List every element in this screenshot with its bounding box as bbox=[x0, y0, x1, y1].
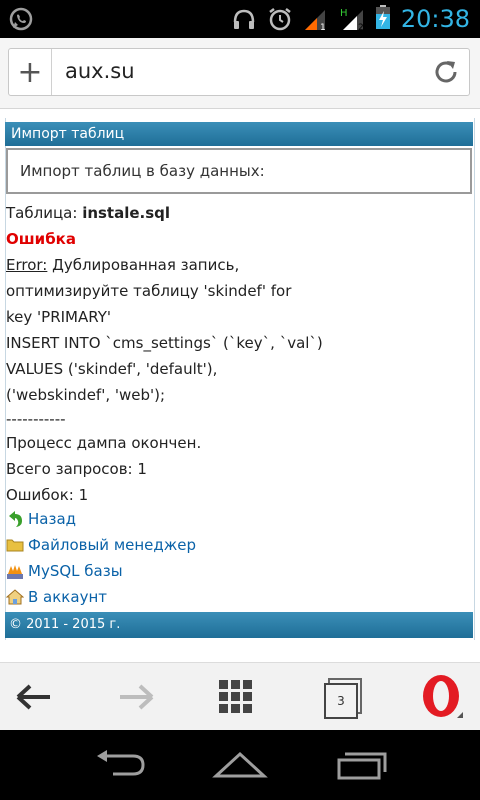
table-label: Таблица: bbox=[6, 204, 78, 222]
import-box: Импорт таблиц в базу данных: bbox=[6, 148, 472, 194]
back-link[interactable]: Назад bbox=[6, 510, 76, 528]
error-line-2: оптимизируйте таблицу 'skindef' for bbox=[6, 282, 292, 300]
folder-icon bbox=[6, 536, 24, 554]
account-label[interactable]: В аккаунт bbox=[28, 588, 107, 606]
network-type-label: H bbox=[340, 8, 348, 19]
headphones-icon bbox=[231, 6, 257, 32]
system-recents-icon bbox=[337, 752, 387, 780]
new-tab-plus-icon[interactable]: + bbox=[9, 49, 52, 95]
home-icon bbox=[5, 588, 25, 606]
battery-icon bbox=[375, 4, 391, 34]
address-bar: + aux.su bbox=[0, 38, 480, 109]
tabs-button[interactable]: 3 bbox=[302, 663, 382, 731]
signal-sim2-icon: H2 bbox=[339, 6, 365, 33]
system-home-icon bbox=[212, 751, 268, 778]
system-back-button[interactable] bbox=[70, 730, 170, 800]
separator: ----------- bbox=[6, 410, 66, 428]
sql-line-1: INSERT INTO `cms_settings` (`key`, `val`… bbox=[6, 334, 323, 352]
system-nav-bar bbox=[0, 730, 480, 800]
import-box-text: Импорт таблиц в базу данных: bbox=[20, 162, 265, 180]
mysql-link[interactable]: MySQL базы bbox=[6, 562, 123, 580]
url-box[interactable]: + aux.su bbox=[8, 48, 470, 96]
sim1-label: 1 bbox=[320, 23, 326, 32]
signal-sim1-icon: 1 bbox=[303, 6, 329, 33]
alarm-icon bbox=[267, 6, 293, 32]
url-text[interactable]: aux.su bbox=[65, 59, 135, 83]
error-text-1: Дублированная запись, bbox=[47, 256, 240, 274]
sql-line-2: VALUES ('skindef', 'default'), bbox=[6, 360, 218, 378]
back-link-label[interactable]: Назад bbox=[28, 510, 76, 528]
browser-toolbar: 3 bbox=[0, 662, 480, 731]
status-bar: 1 H2 20:38 bbox=[0, 0, 480, 38]
file-manager-label[interactable]: Файловый менеджер bbox=[28, 536, 196, 554]
pma-icon bbox=[6, 562, 24, 580]
back-arrow-nav-icon bbox=[16, 684, 50, 710]
errors-count-text: Ошибок: 1 bbox=[6, 486, 89, 504]
sim2-label: 2 bbox=[358, 23, 364, 32]
web-content: Импорт таблиц Импорт таблиц в базу данны… bbox=[0, 108, 480, 660]
page-header: Импорт таблиц bbox=[5, 122, 473, 146]
opera-logo-icon bbox=[423, 675, 463, 718]
tabs-count: 3 bbox=[324, 683, 358, 719]
system-back-icon bbox=[97, 750, 145, 776]
error-title: Ошибка bbox=[6, 230, 76, 248]
status-clock: 20:38 bbox=[400, 5, 470, 33]
account-link[interactable]: В аккаунт bbox=[5, 588, 107, 606]
sql-line-3: ('webskindef', 'web'); bbox=[6, 386, 166, 404]
speed-dial-button[interactable] bbox=[196, 663, 276, 731]
opera-menu-button[interactable] bbox=[402, 663, 480, 731]
system-home-button[interactable] bbox=[190, 730, 290, 800]
reload-icon[interactable] bbox=[429, 55, 463, 89]
page-footer: © 2011 - 2015 г. bbox=[5, 612, 473, 638]
system-recents-button[interactable] bbox=[312, 730, 412, 800]
tabs-icon: 3 bbox=[324, 678, 362, 719]
error-label: Error: bbox=[6, 256, 48, 274]
error-line-3: key 'PRIMARY' bbox=[6, 308, 111, 326]
file-manager-link[interactable]: Файловый менеджер bbox=[6, 536, 196, 554]
back-button[interactable] bbox=[0, 663, 74, 731]
forward-button[interactable] bbox=[96, 663, 176, 731]
table-line: Таблица: instale.sql bbox=[6, 204, 170, 222]
table-name: instale.sql bbox=[82, 204, 171, 222]
back-arrow-icon bbox=[6, 510, 24, 528]
total-queries-text: Всего запросов: 1 bbox=[6, 460, 147, 478]
forward-arrow-icon bbox=[120, 684, 154, 710]
error-line-1: Error: Дублированная запись, bbox=[6, 256, 239, 274]
mysql-label[interactable]: MySQL базы bbox=[28, 562, 123, 580]
dump-done-text: Процесс дампа окончен. bbox=[6, 434, 202, 452]
whatsapp-icon bbox=[8, 6, 34, 36]
grid-icon bbox=[219, 680, 252, 713]
